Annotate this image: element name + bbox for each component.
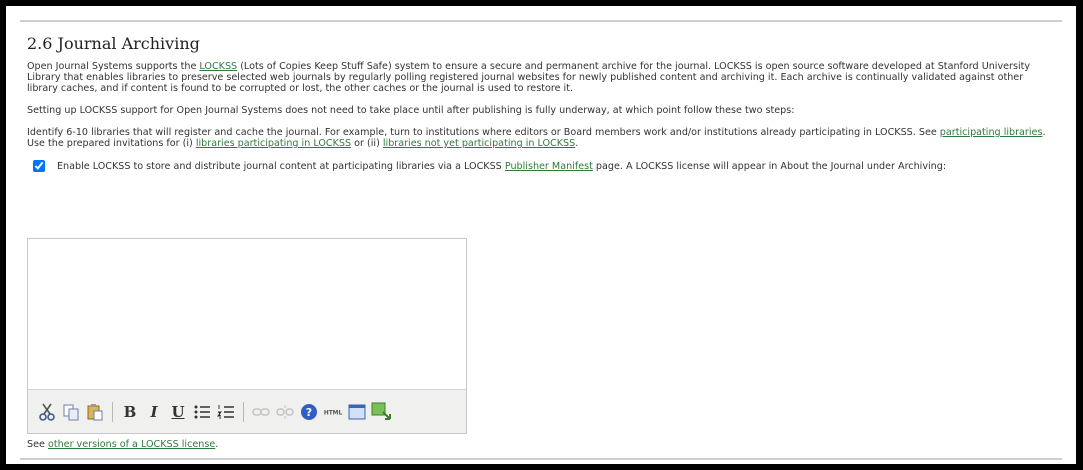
identify-text-1: Identify 6-10 libraries that will regist…: [27, 127, 940, 138]
libraries-not-participating-link[interactable]: libraries not yet participating in LOCKS…: [383, 138, 575, 149]
license-editor: B I U ? HTML: [27, 238, 467, 434]
other-versions-link[interactable]: other versions of a LOCKSS license: [48, 439, 215, 450]
underline-button[interactable]: U: [168, 401, 188, 423]
italic-button[interactable]: I: [144, 401, 164, 423]
enable-lockss-label: Enable LOCKSS to store and distribute jo…: [57, 161, 946, 172]
lockss-link[interactable]: LOCKSS: [199, 61, 237, 72]
see-text: See: [27, 439, 48, 450]
section-content: 2.6 Journal Archiving Open Journal Syste…: [27, 32, 1057, 183]
enable-lockss-checkbox[interactable]: [33, 160, 45, 172]
link-icon[interactable]: [251, 401, 271, 423]
top-divider: [20, 20, 1062, 22]
svg-text:?: ?: [306, 406, 312, 419]
bottom-divider: [20, 458, 1062, 460]
unordered-list-icon[interactable]: [192, 401, 212, 423]
toolbar-separator-2: [243, 401, 244, 422]
unlink-icon[interactable]: [275, 401, 295, 423]
participating-libraries-link[interactable]: participating libraries: [940, 127, 1043, 138]
copy-icon[interactable]: [61, 401, 81, 423]
identify-text-4: .: [575, 138, 579, 149]
see-period: .: [215, 439, 219, 450]
enable-text-2: page. A LOCKSS license will appear in Ab…: [592, 160, 947, 172]
ordered-list-icon[interactable]: [216, 401, 236, 423]
paste-icon[interactable]: [85, 401, 105, 423]
help-icon[interactable]: ?: [299, 401, 319, 423]
toolbar-separator: [112, 401, 113, 422]
identify-paragraph: Identify 6-10 libraries that will regist…: [27, 127, 1057, 149]
enable-text-1: Enable LOCKSS to store and distribute jo…: [57, 160, 505, 172]
setup-paragraph: Setting up LOCKSS support for Open Journ…: [27, 105, 795, 116]
page-frame: 2.6 Journal Archiving Open Journal Syste…: [6, 6, 1076, 464]
html-button[interactable]: HTML: [323, 401, 343, 423]
intro-text-before: Open Journal Systems supports the: [27, 61, 200, 72]
cut-icon[interactable]: [37, 401, 57, 423]
enable-lockss-row: Enable LOCKSS to store and distribute jo…: [33, 160, 1057, 172]
other-versions-note: See other versions of a LOCKSS license.: [27, 439, 218, 450]
bold-button[interactable]: B: [120, 401, 140, 423]
identify-text-3: or (ii): [351, 138, 383, 149]
editor-toolbar: B I U ? HTML: [28, 389, 466, 433]
image-upload-icon[interactable]: [371, 401, 391, 423]
intro-paragraph: Open Journal Systems supports the LOCKSS…: [27, 61, 1057, 94]
html-button-label: HTML: [324, 410, 343, 416]
publisher-manifest-link[interactable]: Publisher Manifest: [505, 161, 593, 172]
fullscreen-icon[interactable]: [347, 401, 367, 423]
license-text-area[interactable]: [28, 239, 466, 390]
libraries-participating-link[interactable]: libraries participating in LOCKSS: [196, 138, 351, 149]
section-title: 2.6 Journal Archiving: [27, 34, 200, 53]
